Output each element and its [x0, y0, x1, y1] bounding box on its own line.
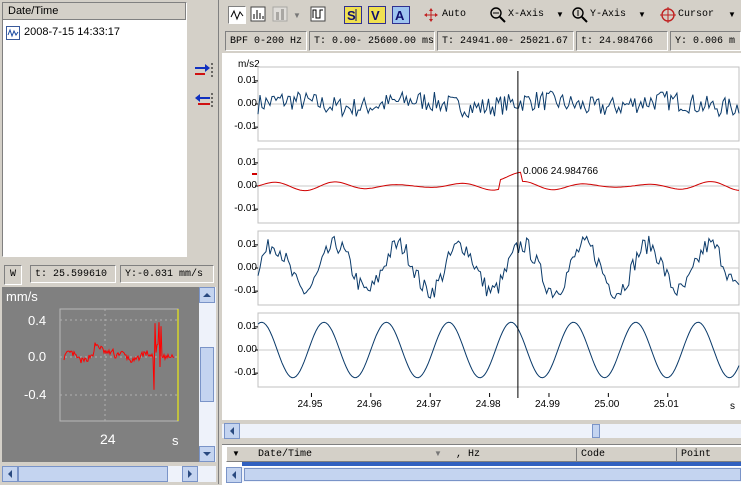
main-horizontal-scrollbar[interactable] [222, 423, 741, 439]
scroll-left-button[interactable] [224, 423, 240, 439]
view-range-readout: T: 24941.00- 25021.67 [437, 31, 574, 51]
scroll-left-button[interactable] [226, 467, 242, 483]
mini-time-readout: t: 25.599610 [30, 265, 116, 283]
crosshair-icon [660, 7, 676, 23]
mini-value-readout: Y:-0.031 mm/s [120, 265, 214, 283]
remove-channel-icon [195, 93, 213, 109]
scroll-up-button[interactable] [199, 287, 215, 303]
filter-icon [310, 6, 326, 22]
cursor-label: Cursor [678, 9, 715, 20]
scroll-thumb[interactable] [200, 347, 214, 402]
date-list-header[interactable]: Date/Time [3, 3, 186, 20]
mini-status-bar: W t: 25.599610 Y:-0.031 mm/s [2, 264, 216, 286]
grid-column-datetime[interactable]: Date/Time [254, 448, 312, 462]
waveform-button[interactable] [228, 6, 246, 24]
grid-horizontal-scrollbar[interactable] [226, 467, 741, 483]
mini-plot[interactable]: mm/s 0.4 0.0 -0.4 24 s [2, 287, 199, 462]
x-axis-label: X-Axis [508, 9, 545, 20]
cursor-value-readout: Y: 0.006 m [670, 31, 741, 51]
cursor-time-readout: t: 24.984766 [576, 31, 668, 51]
grid-column-code[interactable]: Code [576, 448, 605, 462]
bargraph-icon [272, 6, 288, 22]
channel-marker [252, 173, 257, 175]
scale-all-icon: S [344, 6, 362, 24]
scroll-thumb[interactable] [592, 424, 600, 438]
scale-all-button[interactable]: S [344, 6, 362, 24]
y-axis-label: Y-Axis [590, 9, 627, 20]
time-range-readout: T: 0.00- 25600.00 ms [309, 31, 435, 51]
auto-button[interactable]: Auto [422, 6, 474, 24]
list-item[interactable]: 2008-7-15 14:33:17 [6, 25, 181, 41]
scroll-thumb[interactable] [244, 468, 741, 481]
scroll-left-button[interactable] [2, 466, 18, 482]
date-list-header-label: Date/Time [8, 5, 59, 17]
scroll-thumb[interactable] [18, 466, 168, 482]
cursor-button[interactable]: Cursor ▼ [660, 6, 738, 24]
mini-plot-canvas [59, 308, 179, 422]
grid-selected-row[interactable] [242, 462, 741, 466]
x-axis-button[interactable]: X-Axis ▼ [490, 6, 564, 24]
bargraph-button[interactable] [272, 6, 290, 24]
autoscale-icon: A [392, 6, 410, 24]
zoom-y-icon [572, 7, 588, 23]
add-channel-icon [195, 63, 213, 79]
chevron-down-icon[interactable]: ▼ [434, 449, 442, 458]
svg-text:V: V [371, 8, 380, 23]
waveform-record-icon [6, 26, 20, 40]
main-plot-canvas [252, 66, 740, 398]
mini-mode-indicator[interactable]: W [4, 265, 22, 285]
mini-horizontal-scrollbar[interactable] [2, 466, 216, 482]
mini-trace [63, 322, 175, 390]
waveform-icon [230, 9, 244, 21]
chevron-down-icon: ▼ [556, 10, 564, 19]
add-channel-button[interactable] [193, 60, 215, 82]
toolbar: ▼ S V A Auto X-Axis ▼ Y-Axis ▼ Cursor ▼ [222, 0, 741, 30]
cursor-value-label: 0.006 24.984766 [523, 166, 599, 177]
filter-readout: BPF 0-200 Hz [225, 31, 307, 51]
filter-button[interactable] [310, 6, 328, 24]
auto-label: Auto [442, 9, 467, 20]
svg-text:A: A [395, 8, 405, 23]
scroll-down-button[interactable] [199, 446, 215, 462]
chevron-down-icon[interactable]: ▼ [232, 449, 240, 458]
scale-y-button[interactable]: V [368, 6, 386, 24]
y-axis-button[interactable]: Y-Axis ▼ [572, 6, 646, 24]
chevron-down-icon: ▼ [638, 10, 646, 19]
remove-channel-button[interactable] [193, 90, 215, 112]
chevron-down-icon: ▼ [728, 10, 736, 19]
autoscale-button[interactable]: A [392, 6, 410, 24]
grid-column-hz[interactable]: , Hz [452, 448, 480, 462]
mini-vertical-scrollbar[interactable] [199, 287, 216, 462]
zoom-x-icon [490, 7, 506, 23]
grid-column-point[interactable]: Point [676, 448, 711, 462]
scroll-right-button[interactable] [182, 466, 198, 482]
chevron-down-icon[interactable]: ▼ [293, 11, 301, 20]
list-item-label: 2008-7-15 14:33:17 [24, 26, 121, 38]
spectrum-button[interactable] [250, 6, 268, 24]
scale-y-icon: V [368, 6, 386, 24]
move-arrows-icon [424, 8, 438, 22]
spectrum-icon [250, 6, 266, 22]
date-list-panel: Date/Time 2008-7-15 14:33:17 [2, 2, 187, 257]
svg-text:S: S [347, 8, 356, 23]
